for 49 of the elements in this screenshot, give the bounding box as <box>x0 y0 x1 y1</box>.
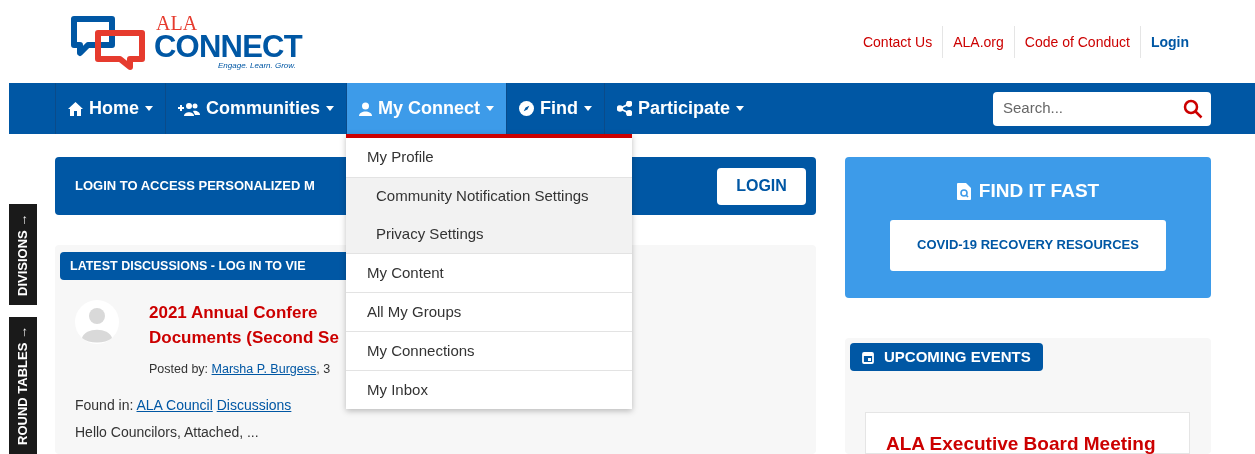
nav-tab[interactable]: Participate <box>604 83 757 134</box>
panel-title: FIND IT FAST <box>978 179 1100 203</box>
event-title[interactable]: ALA Executive Board Meeting <box>886 433 1156 454</box>
resources-button[interactable]: COVID-19 RECOVERY RESOURCES <box>890 219 1166 271</box>
header-link[interactable]: Contact Us <box>852 25 943 58</box>
menu-item[interactable]: My Inbox <box>346 370 633 409</box>
menu-item[interactable]: Community Notification Settings <box>346 177 633 215</box>
search-icon <box>1183 98 1203 119</box>
menu-item[interactable]: Privacy Settings <box>346 215 633 253</box>
avatar <box>75 300 119 344</box>
home-icon <box>68 101 83 116</box>
post-title[interactable]: 2021 Annual Confere <box>149 300 339 325</box>
header-link[interactable]: Code of Conduct <box>1013 25 1140 58</box>
category-link[interactable]: ALA Council <box>136 396 213 413</box>
post-title[interactable]: Documents (Second Se <box>149 325 339 350</box>
section-heading: UPCOMING EVENTS <box>884 346 1031 367</box>
compass-icon <box>519 101 535 116</box>
nav-tab[interactable]: Home <box>55 83 165 134</box>
login-link[interactable]: Login <box>1139 25 1199 58</box>
share-icon <box>617 101 633 116</box>
posted-label: Posted by: <box>149 362 210 376</box>
menu-item[interactable]: My Profile <box>346 138 633 177</box>
menu-item[interactable]: All My Groups <box>346 292 633 331</box>
side-tab[interactable]: DIVISIONS → <box>9 204 37 305</box>
logo-text: ALA <box>155 13 199 32</box>
side-tab[interactable]: ROUND TABLES → <box>9 317 37 454</box>
search-field[interactable]: Search... <box>993 91 1175 126</box>
caret-icon <box>584 106 593 111</box>
caret-icon <box>326 106 335 111</box>
posted-date: , 3 <box>316 362 331 376</box>
login-button[interactable]: LOGIN <box>717 167 806 205</box>
menu-item[interactable]: My Connections <box>346 331 633 370</box>
category-link[interactable]: Discussions <box>216 396 292 413</box>
calendar-icon <box>862 350 874 364</box>
logo-text: CONNECT <box>154 31 302 62</box>
caret-icon <box>145 106 153 111</box>
user-icon <box>359 101 373 116</box>
caret-icon <box>486 106 495 111</box>
file-search-icon <box>956 182 971 200</box>
caret-icon <box>736 106 745 111</box>
logo-tagline: Engage. Learn. Grow. <box>218 61 297 70</box>
search-button[interactable] <box>1175 91 1211 126</box>
nav-tab[interactable]: Find <box>506 83 605 134</box>
header-link[interactable]: ALA.org <box>942 25 1014 58</box>
post-excerpt: Hello Councilors, Attached, ... <box>74 422 260 442</box>
users-icon <box>178 101 200 116</box>
banner-text: LOGIN TO ACCESS PERSONALIZED M <box>75 177 315 196</box>
found-in-label: Found in: <box>75 396 135 413</box>
menu-item[interactable]: My Content <box>346 253 633 292</box>
